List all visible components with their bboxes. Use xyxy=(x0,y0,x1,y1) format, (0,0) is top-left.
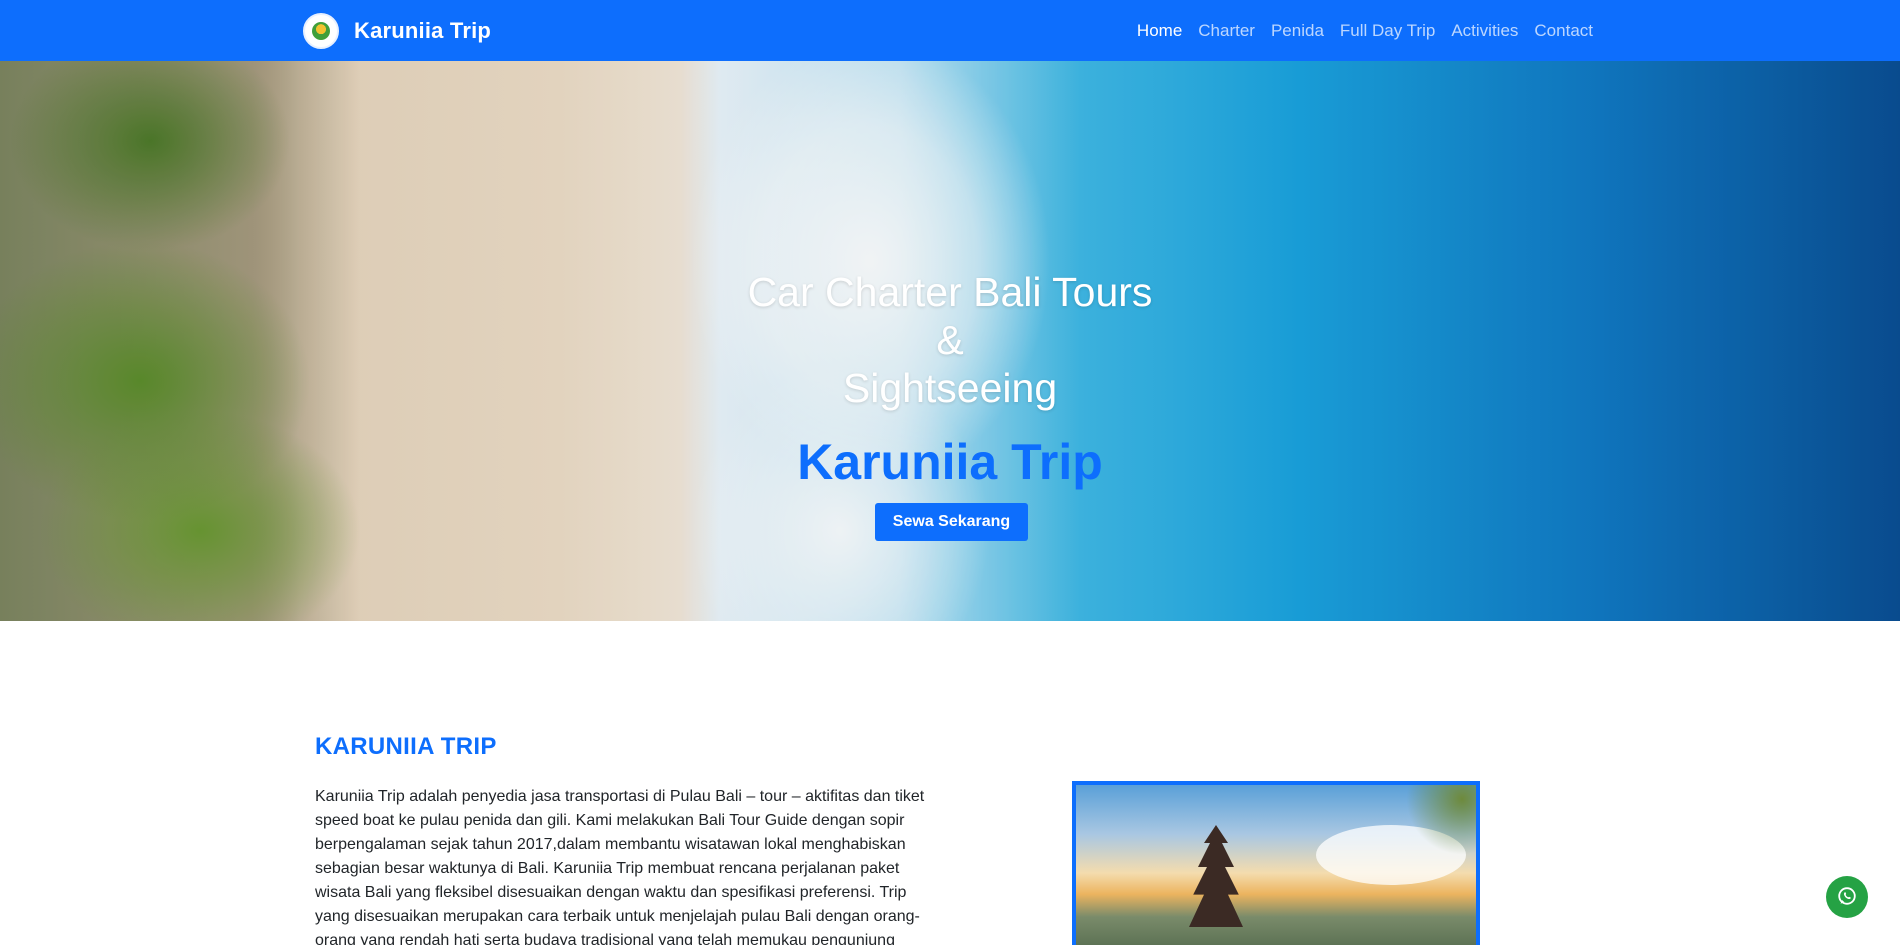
main-nav: Home Charter Penida Full Day Trip Activi… xyxy=(1137,0,1593,61)
nav-link-charter[interactable]: Charter xyxy=(1198,21,1255,41)
about-heading: KARUNIIA TRIP xyxy=(315,733,497,760)
navbar-brand[interactable]: Karuniia Trip xyxy=(303,12,491,50)
hero-title-line1: Car Charter Bali Tours xyxy=(747,269,1153,315)
nav-link-activities[interactable]: Activities xyxy=(1451,21,1518,41)
nav-link-contact[interactable]: Contact xyxy=(1534,21,1593,41)
nav-link-full-day-trip[interactable]: Full Day Trip xyxy=(1340,21,1435,41)
nav-link-penida[interactable]: Penida xyxy=(1271,21,1324,41)
temple-pagoda-shape xyxy=(1189,825,1243,927)
hero-title-line3: Sightseeing xyxy=(842,365,1058,411)
whatsapp-float-button[interactable] xyxy=(1826,876,1868,918)
leaf-logo-icon xyxy=(303,13,339,49)
nav-link-home[interactable]: Home xyxy=(1137,21,1182,41)
hero-title: Car Charter Bali Tours & Sightseeing xyxy=(0,268,1900,412)
about-temple-photo xyxy=(1072,781,1480,945)
about-paragraph: Karuniia Trip adalah penyedia jasa trans… xyxy=(315,788,925,945)
hero-brand-name: Karuniia Trip xyxy=(797,434,1103,490)
rent-now-button[interactable]: Sewa Sekarang xyxy=(875,503,1028,541)
whatsapp-icon xyxy=(1836,885,1858,910)
navbar: Karuniia Trip Home Charter Penida Full D… xyxy=(0,0,1900,61)
hero-title-line2: & xyxy=(936,317,964,363)
hero-banner: Car Charter Bali Tours & Sightseeing Kar… xyxy=(0,61,1900,621)
hero-content: Car Charter Bali Tours & Sightseeing Kar… xyxy=(0,61,1900,621)
brand-name: Karuniia Trip xyxy=(354,18,492,43)
